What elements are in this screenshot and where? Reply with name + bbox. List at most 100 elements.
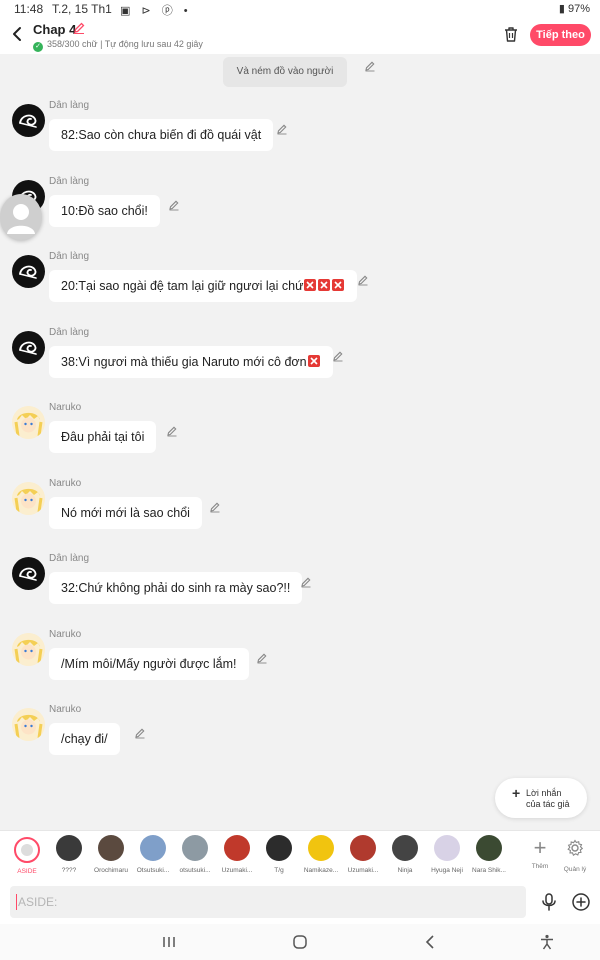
- edit-icon[interactable]: [357, 274, 369, 286]
- microphone-icon[interactable]: [540, 892, 558, 912]
- floating-avatar[interactable]: [0, 194, 42, 240]
- edit-icon[interactable]: [276, 123, 288, 135]
- character-name: Uzumaki...: [221, 867, 253, 874]
- character-chip[interactable]: Namikaze...: [304, 835, 338, 874]
- chat-message: Naruko /chạy đi/: [0, 704, 600, 783]
- edit-icon[interactable]: [166, 425, 178, 437]
- edit-icon[interactable]: [300, 576, 312, 588]
- message-bubble[interactable]: Đâu phải tại tôi: [49, 421, 157, 453]
- character-avatar: [350, 835, 376, 861]
- trash-icon[interactable]: [502, 25, 520, 43]
- check-icon: ✓: [33, 42, 43, 52]
- character-name: Otsutsuki...: [136, 867, 170, 874]
- aside-tab[interactable]: ASIDE: [12, 837, 42, 875]
- character-chip[interactable]: Ninja: [388, 835, 422, 874]
- message-bubble[interactable]: 32:Chứ không phải do sinh ra mày sao?!!: [49, 572, 303, 604]
- speaker-name: Naruko: [49, 478, 82, 489]
- edit-icon[interactable]: [256, 652, 268, 664]
- manage-button[interactable]: Quản lý: [560, 837, 590, 873]
- edit-icon[interactable]: [332, 350, 344, 362]
- narration-bubble[interactable]: Và ném đồ vào người: [223, 57, 347, 87]
- character-bar: ASIDE ???? Orochimaru Otsutsuki... otsutsuk…: [0, 830, 600, 880]
- add-icon[interactable]: [571, 892, 591, 912]
- naruko-avatar-icon: [12, 708, 45, 741]
- message-bubble[interactable]: 10:Đồ sao chổi!: [49, 195, 160, 227]
- manage-label: Quản lý: [563, 866, 587, 873]
- character-chip[interactable]: Orochimaru: [94, 835, 128, 874]
- anger-icon: [304, 279, 317, 291]
- message-text: 20:Tại sao ngài đệ tam lại giữ ngươi lại…: [61, 279, 304, 293]
- speaker-name: Dân làng: [49, 327, 90, 338]
- message-text: /Mím môi/Mấy người được lắm!: [61, 657, 237, 671]
- edit-icon[interactable]: [134, 727, 146, 739]
- character-avatar: [266, 835, 292, 861]
- message-bubble[interactable]: 20:Tại sao ngài đệ tam lại giữ ngươi lại…: [49, 270, 358, 302]
- status-date: T.2, 15 Th1: [52, 2, 112, 16]
- edit-icon[interactable]: [168, 199, 180, 211]
- message-text: /chạy đi/: [61, 732, 108, 746]
- accessibility-icon[interactable]: [538, 934, 556, 950]
- autosave-text: Tự động lưu sau 42 giây: [104, 39, 203, 49]
- chat-message: Dân làng 10:Đồ sao chổi!: [0, 176, 600, 255]
- chat-message: Naruko /Mím môi/Mấy người được lắm!: [0, 629, 600, 708]
- leaf-village-icon: [19, 114, 37, 128]
- message-bubble[interactable]: Nó mới mới là sao chổi: [49, 497, 202, 529]
- system-nav-bar: [0, 924, 600, 960]
- plus-icon: +: [512, 785, 521, 801]
- character-chip[interactable]: Nara Shik...: [472, 835, 506, 874]
- speaker-name: Dân làng: [49, 100, 90, 111]
- chat-message: Dân làng 20:Tại sao ngài đệ tam lại giữ …: [0, 251, 600, 330]
- status-right: ▮ 97%: [559, 2, 590, 15]
- edit-icon[interactable]: [209, 501, 221, 513]
- message-bubble[interactable]: /chạy đi/: [49, 723, 120, 755]
- aside-circle-icon: [14, 837, 40, 863]
- character-avatar: [392, 835, 418, 861]
- message-text: Đâu phải tại tôi: [61, 430, 145, 444]
- author-note-button[interactable]: + Lời nhắn của tác giả: [495, 778, 587, 818]
- add-label: Thêm: [531, 863, 549, 870]
- speaker-name: Naruko: [49, 704, 82, 715]
- avatar[interactable]: [12, 557, 45, 590]
- character-avatar: [476, 835, 502, 861]
- character-name: otsutsuki...: [179, 867, 211, 874]
- character-name: ????: [61, 867, 77, 874]
- gear-icon: [567, 839, 584, 857]
- add-character-button[interactable]: + Thêm: [525, 837, 555, 871]
- avatar[interactable]: [12, 633, 45, 666]
- recent-apps-icon[interactable]: [160, 934, 178, 950]
- aside-label: ASIDE: [17, 868, 37, 875]
- character-chip[interactable]: Uzumaki...: [346, 835, 380, 874]
- message-bubble[interactable]: 82:Sao còn chưa biến đi đồ quái vật: [49, 119, 274, 151]
- edit-title-icon[interactable]: [72, 21, 86, 35]
- author-note-label: Lời nhắn: [526, 788, 562, 798]
- speaker-name: Dân làng: [49, 251, 90, 262]
- avatar[interactable]: [12, 331, 45, 364]
- message-text: Nó mới mới là sao chổi: [61, 506, 190, 520]
- message-bubble[interactable]: 38:Vì ngươi mà thiếu gia Naruto mới cô đ…: [49, 346, 333, 378]
- chat-message: Dân làng 32:Chứ không phải do sinh ra mà…: [0, 553, 600, 632]
- character-chip[interactable]: Hyuga Neji: [430, 835, 464, 874]
- character-chip[interactable]: T/g: [262, 835, 296, 874]
- message-bubble[interactable]: /Mím môi/Mấy người được lắm!: [49, 648, 249, 680]
- character-avatar: [182, 835, 208, 861]
- character-chip[interactable]: Otsutsuki...: [136, 835, 170, 874]
- character-name: Nara Shik...: [472, 867, 506, 874]
- next-button[interactable]: Tiếp theo: [530, 24, 591, 46]
- user-avatar-icon: [7, 204, 35, 234]
- character-chip[interactable]: Uzumaki...: [220, 835, 254, 874]
- avatar[interactable]: [12, 406, 45, 439]
- avatar[interactable]: [12, 482, 45, 515]
- message-input[interactable]: [10, 886, 526, 918]
- back-nav-icon[interactable]: [422, 934, 440, 950]
- avatar[interactable]: [12, 255, 45, 288]
- character-chip[interactable]: ????: [52, 835, 86, 874]
- edit-narration-icon[interactable]: [364, 60, 376, 72]
- character-chip[interactable]: otsutsuki...: [178, 835, 212, 874]
- naruko-avatar-icon: [12, 482, 45, 515]
- avatar[interactable]: [12, 104, 45, 137]
- character-name: Hyuga Neji: [431, 867, 463, 874]
- avatar[interactable]: [12, 708, 45, 741]
- text-cursor: [16, 894, 17, 910]
- back-icon[interactable]: [8, 24, 28, 44]
- home-icon[interactable]: [291, 934, 309, 950]
